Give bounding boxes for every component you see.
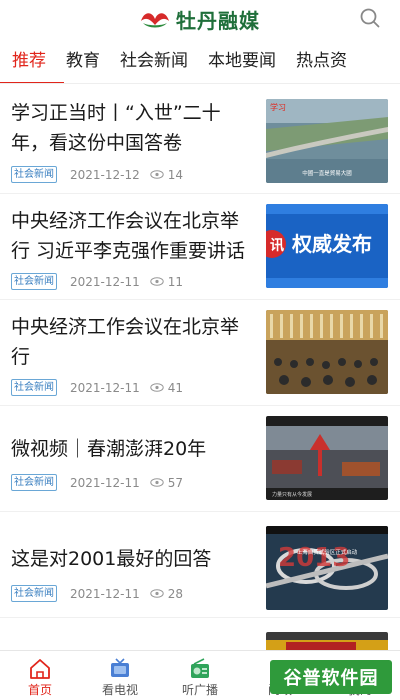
news-item[interactable]: 中央经济工作会议在北京举行 社会新闻 2021-12-11 41: [0, 300, 400, 406]
site-watermark: 谷普软件园: [270, 660, 392, 694]
news-date: 2021-12-11: [70, 274, 140, 289]
views-eye-icon: [150, 170, 164, 179]
news-title: 这是对2001最好的回答: [11, 548, 212, 570]
news-date: 2021-12-11: [70, 475, 140, 490]
news-tag: 社会新闻: [11, 474, 57, 491]
thumb-caption: 上海自贸试验区正式启动: [297, 548, 358, 556]
news-tag: 社会新闻: [11, 273, 57, 290]
news-thumbnail: 力量只有从今发展: [266, 416, 388, 500]
tab-social-news[interactable]: 社会新闻: [110, 40, 198, 83]
news-meta: 社会新闻 2021-12-12 14: [11, 166, 183, 183]
news-thumbnail: 讯 权威发布: [266, 204, 388, 288]
news-item[interactable]: 这是对2001最好的回答 社会新闻 2021-12-11 28 2013 上海自…: [0, 512, 400, 618]
news-thumbnail: 学习 中國一直是貿易大國: [266, 99, 388, 183]
news-feed: 学习正当时丨“入世”二十年，看这份中国答卷 社会新闻 2021-12-12 14…: [0, 88, 400, 658]
news-meta: 社会新闻 2021-12-11 28: [11, 585, 183, 602]
news-date: 2021-12-11: [70, 380, 140, 395]
news-meta: 社会新闻 2021-12-11 41: [11, 379, 183, 396]
peony-logo-icon: [141, 13, 169, 28]
thumb-caption: 中國一直是貿易大國: [302, 169, 352, 177]
nav-home[interactable]: 首页: [0, 651, 80, 700]
news-title: 微视频｜春潮澎湃20年: [11, 438, 207, 460]
news-views: 11: [167, 274, 184, 289]
news-thumbnail: [266, 310, 388, 394]
news-tag: 社会新闻: [11, 379, 57, 396]
news-views: 57: [167, 475, 184, 490]
nav-tv[interactable]: 看电视: [80, 651, 160, 700]
views-eye-icon: [150, 277, 164, 286]
app-logo: 牡丹融媒: [138, 6, 260, 33]
home-icon: [30, 659, 50, 679]
tab-hot-news[interactable]: 热点资: [286, 40, 357, 83]
views-eye-icon: [150, 478, 164, 487]
news-date: 2021-12-12: [70, 167, 140, 182]
news-views: 41: [167, 380, 184, 395]
news-title: 中央经济工作会议在北京举行: [11, 316, 240, 368]
news-date: 2021-12-11: [70, 586, 140, 601]
tab-recommend[interactable]: 推荐: [0, 40, 64, 83]
news-title: 学习正当时丨“入世”二十年，看这份中国答卷: [11, 102, 221, 154]
search-icon: [360, 8, 380, 28]
tv-icon: [111, 658, 129, 677]
nav-home-label: 首页: [27, 683, 52, 697]
radio-icon: [191, 658, 209, 678]
news-meta: 社会新闻 2021-12-11 57: [11, 474, 183, 491]
svg-text:2013: 2013: [278, 543, 350, 573]
news-views: 28: [167, 586, 184, 601]
news-thumbnail: 2013 上海自贸试验区正式启动: [266, 526, 388, 610]
news-item[interactable]: 微视频｜春潮澎湃20年 社会新闻 2021-12-11 57 力量只有从今发展: [0, 406, 400, 512]
news-title: 中央经济工作会议在北京举行 习近平李克强作重要讲话: [11, 210, 246, 262]
news-tag: 社会新闻: [11, 166, 57, 183]
svg-text:学习: 学习: [270, 102, 286, 112]
tab-local-news[interactable]: 本地要闻: [198, 40, 286, 83]
news-item[interactable]: 学习正当时丨“入世”二十年，看这份中国答卷 社会新闻 2021-12-12 14…: [0, 88, 400, 194]
thumb-banner-text: 权威发布: [291, 232, 372, 256]
views-eye-icon: [150, 589, 164, 598]
nav-radio-label: 听广播: [181, 683, 218, 697]
news-views: 14: [167, 167, 184, 182]
views-eye-icon: [150, 383, 164, 392]
thumb-side-text: 讯: [270, 238, 284, 254]
app-header: 牡丹融媒: [0, 0, 400, 36]
app-logo-text: 牡丹融媒: [176, 8, 260, 33]
thumb-caption: 力量只有从今发展: [272, 491, 312, 498]
news-tag: 社会新闻: [11, 585, 57, 602]
search-button[interactable]: [358, 6, 382, 30]
news-item[interactable]: 中央经济工作会议在北京举行 习近平李克强作重要讲话 社会新闻 2021-12-1…: [0, 194, 400, 300]
news-meta: 社会新闻 2021-12-11 11: [11, 273, 183, 290]
tab-education[interactable]: 教育: [56, 40, 110, 83]
category-tabs: 推荐 教育 社会新闻 本地要闻 热点资: [0, 40, 400, 84]
nav-tv-label: 看电视: [101, 683, 138, 697]
nav-radio[interactable]: 听广播: [160, 651, 240, 700]
